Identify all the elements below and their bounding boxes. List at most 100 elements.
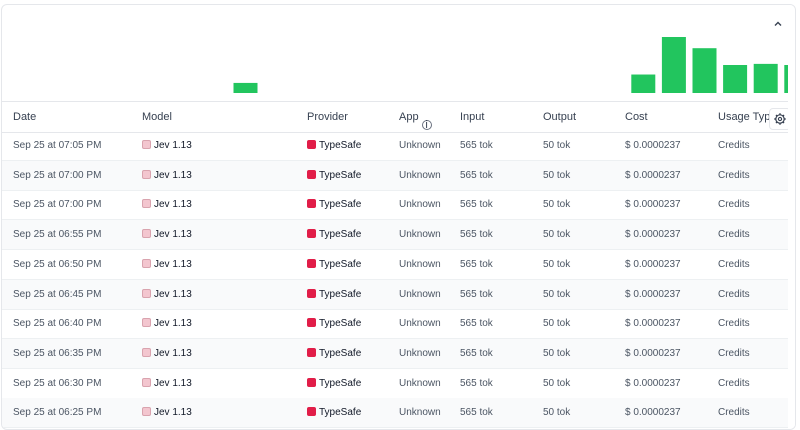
row-provider: TypeSafe	[307, 407, 361, 418]
row-output: 50 tok	[543, 288, 571, 300]
row-provider-label: TypeSafe	[319, 288, 362, 300]
row-input: 565 tok	[460, 377, 493, 389]
row-output: 50 tok	[543, 258, 571, 270]
row-input: 565 tok	[460, 407, 493, 419]
row-output: 50 tok	[543, 347, 571, 359]
row-provider: TypeSafe	[307, 258, 362, 270]
row-app: Unknown	[399, 377, 441, 389]
col-model[interactable]: Model	[142, 111, 172, 123]
row-model-label: Jev 1.13	[154, 229, 192, 241]
table-row[interactable]: Sep 25 at 06:45 PM Jev 1.13 TypeSafe Unknow…	[2, 279, 795, 310]
row-model: Jev 1.13	[142, 377, 192, 389]
provider-logo-icon	[307, 377, 316, 387]
row-cost: $ 0.0000237	[625, 407, 681, 419]
row-app: Unknown	[399, 258, 441, 270]
row-provider: TypeSafe	[307, 288, 362, 300]
row-model-label: Jev 1.13	[154, 169, 192, 181]
col-input[interactable]: Input	[460, 111, 484, 123]
table-row[interactable]: Sep 25 at 06:50 PM Jev 1.13 TypeSafe Unknow…	[2, 250, 795, 280]
table-row[interactable]: Sep 25 at 07:00 PM Jev 1.13 TypeSafe Unknow…	[2, 160, 795, 191]
provider-logo-icon	[307, 169, 316, 179]
row-app: Unknown	[399, 169, 441, 181]
chart-bar[interactable]	[233, 82, 258, 93]
row-model: Jev 1.13	[142, 347, 192, 359]
row-cost: $ 0.0000237	[625, 377, 681, 389]
col-app-label: App	[399, 111, 419, 123]
row-provider: TypeSafe	[307, 199, 361, 210]
row-date: Sep 25 at 07:05 PM	[13, 140, 102, 151]
row-app: Unknown	[399, 407, 441, 419]
table-row[interactable]: Sep 25 at 06:30 PM Jev 1.13 TypeSafe Unknow…	[2, 369, 795, 399]
provider-logo-icon	[307, 199, 316, 209]
row-model-label: Jev 1.13	[154, 347, 192, 359]
table-header: Date Model Provider App i Input Output Co…	[2, 101, 795, 133]
usage-bar-chart	[233, 37, 795, 93]
table-row[interactable]: Sep 25 at 07:00 PM Jev 1.13 TypeSafe Unknow…	[2, 190, 795, 221]
row-usage-type: Credits	[718, 199, 750, 211]
row-date: Sep 25 at 06:30 PM	[13, 377, 102, 389]
row-model-label: Jev 1.13	[154, 318, 192, 330]
row-provider-label: TypeSafe	[319, 347, 362, 359]
row-model: Jev 1.13	[142, 229, 192, 240]
model-logo-icon	[142, 288, 151, 298]
row-date: Sep 25 at 06:55 PM	[13, 229, 102, 241]
row-input: 565 tok	[460, 258, 493, 270]
provider-logo-icon	[307, 407, 316, 417]
row-usage-type: Credits	[718, 377, 750, 389]
row-cost: $ 0.0000237	[625, 169, 681, 181]
row-provider-label: TypeSafe	[319, 258, 362, 270]
col-provider[interactable]: Provider	[307, 111, 348, 123]
table-row[interactable]: Sep 25 at 06:40 PM Jev 1.13 TypeSafe Unknow…	[2, 309, 795, 340]
row-usage-type: Credits	[718, 288, 750, 300]
row-model-label: Jev 1.13	[154, 407, 192, 419]
table-row[interactable]: Sep 25 at 06:25 PM Jev 1.13 TypeSafe Unknow…	[2, 398, 795, 429]
row-model: Jev 1.13	[142, 199, 192, 210]
row-model: Jev 1.13	[142, 258, 192, 270]
model-logo-icon	[142, 199, 151, 209]
chart-bar[interactable]	[723, 65, 748, 93]
row-model-label: Jev 1.13	[154, 199, 192, 211]
row-provider: TypeSafe	[307, 347, 362, 359]
row-app: Unknown	[399, 199, 441, 211]
row-date: Sep 25 at 06:45 PM	[13, 288, 102, 300]
row-cost: $ 0.0000237	[625, 288, 681, 300]
info-icon[interactable]: i	[421, 120, 432, 131]
model-logo-icon	[142, 347, 151, 357]
row-date: Sep 25 at 07:00 PM	[13, 199, 102, 211]
row-usage-type: Credits	[718, 318, 750, 330]
chart-bar[interactable]	[661, 37, 686, 93]
chart-bar[interactable]	[753, 63, 778, 93]
col-cost[interactable]: Cost	[625, 111, 648, 123]
provider-logo-icon	[307, 258, 316, 268]
row-model-label: Jev 1.13	[154, 140, 192, 151]
row-output: 50 tok	[543, 169, 571, 181]
row-date: Sep 25 at 06:50 PM	[13, 258, 102, 270]
table-row[interactable]: Sep 25 at 06:35 PM Jev 1.13 TypeSafe Unknow…	[2, 338, 795, 369]
model-logo-icon	[142, 407, 151, 417]
row-model: Jev 1.13	[142, 169, 192, 181]
col-date[interactable]: Date	[13, 111, 36, 123]
row-usage-type: Credits	[718, 140, 750, 151]
col-usage-type[interactable]: Usage Typ	[718, 111, 770, 123]
col-output[interactable]: Output	[543, 111, 576, 123]
row-provider-label: TypeSafe	[319, 229, 362, 241]
provider-logo-icon	[307, 347, 316, 357]
chart-bar[interactable]	[631, 74, 656, 93]
row-cost: $ 0.0000237	[625, 347, 681, 359]
model-logo-icon	[142, 229, 151, 239]
row-cost: $ 0.0000237	[625, 258, 681, 270]
row-app: Unknown	[399, 347, 441, 359]
table-row[interactable]: Sep 25 at 07:05 PM Jev 1.13 TypeSafe Unknow…	[2, 131, 795, 161]
row-provider: TypeSafe	[307, 229, 361, 240]
chevron-up-icon[interactable]	[770, 17, 786, 33]
provider-logo-icon	[307, 288, 316, 298]
table-row[interactable]: Sep 25 at 06:55 PM Jev 1.13 TypeSafe Unknow…	[2, 220, 795, 251]
col-app[interactable]: App i	[399, 111, 432, 131]
row-provider: TypeSafe	[307, 318, 361, 329]
row-provider: TypeSafe	[307, 169, 361, 181]
chart-bar[interactable]	[692, 48, 717, 93]
row-input: 565 tok	[460, 288, 493, 300]
row-provider-label: TypeSafe	[319, 377, 362, 389]
row-app: Unknown	[399, 318, 441, 330]
row-date: Sep 25 at 06:25 PM	[13, 407, 102, 419]
